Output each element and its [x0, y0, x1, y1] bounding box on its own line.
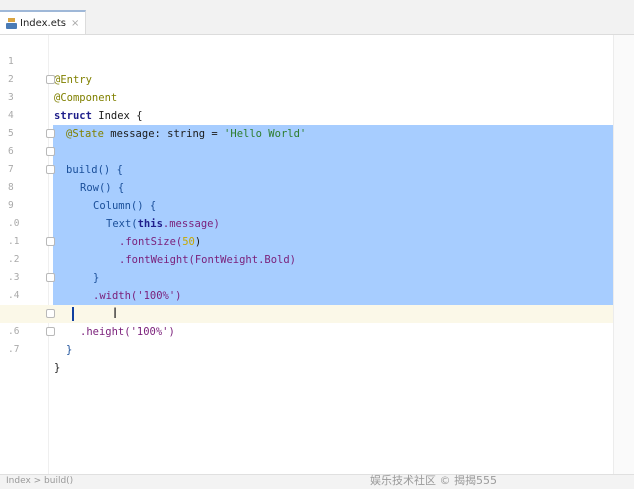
code-line-current[interactable]: .6 } [0, 305, 614, 356]
code-line[interactable]: .0 .fontSize(50) [0, 197, 614, 248]
code-line[interactable]: 3 struct Index { [0, 71, 614, 122]
code-line[interactable]: .3 .width('100%') [0, 251, 614, 302]
ibeam-cursor-icon: I [113, 306, 118, 322]
code-line[interactable]: .1 .fontWeight(FontWeight.Bold) [0, 215, 614, 266]
code-line[interactable]: 2 @Component [0, 53, 614, 104]
breadcrumb[interactable]: Index > build() [6, 476, 73, 486]
line-number: .7 [8, 344, 20, 355]
code-line[interactable]: 8 Column() { [0, 161, 614, 212]
fold-marker-icon[interactable] [46, 237, 55, 246]
code-line[interactable]: 4 @State message: string = 'Hello World' [0, 89, 614, 140]
code-line[interactable]: 6 build() { [0, 125, 614, 176]
code-line[interactable]: .5 .height('100%') [0, 287, 614, 338]
fold-marker-icon[interactable] [46, 327, 55, 336]
code-text: } [66, 344, 73, 356]
code-line[interactable]: .4 } [0, 269, 614, 320]
fold-marker-icon[interactable] [46, 75, 55, 84]
text-caret [72, 307, 74, 321]
fold-marker-icon[interactable] [46, 273, 55, 282]
breadcrumb-bar: Index > build() 娱乐技术社区 © 揭揭555 [0, 474, 634, 489]
code-text: } [54, 362, 61, 374]
code-line[interactable]: 9 Text(this.message) [0, 179, 614, 230]
code-line[interactable]: 7 Row() { [0, 143, 614, 194]
editor-tab-bar: Index.ets × [0, 0, 634, 35]
fold-marker-icon[interactable] [46, 309, 55, 318]
watermark: 娱乐技术社区 © 揭揭555 [370, 474, 497, 487]
fold-marker-icon[interactable] [46, 165, 55, 174]
code-line[interactable]: 5 [0, 107, 614, 139]
fold-marker-icon[interactable] [46, 129, 55, 138]
tab-index-ets[interactable]: Index.ets × [0, 10, 86, 34]
close-icon[interactable]: × [71, 18, 79, 29]
code-line[interactable]: .2 } [0, 233, 614, 284]
vertical-scrollbar[interactable] [613, 35, 634, 475]
fold-marker-icon[interactable] [46, 147, 55, 156]
code-line[interactable]: .7 } [0, 323, 614, 374]
tab-label: Index.ets [20, 17, 66, 29]
code-line[interactable]: 1 @Entry [0, 35, 614, 86]
ets-file-icon [6, 17, 17, 29]
